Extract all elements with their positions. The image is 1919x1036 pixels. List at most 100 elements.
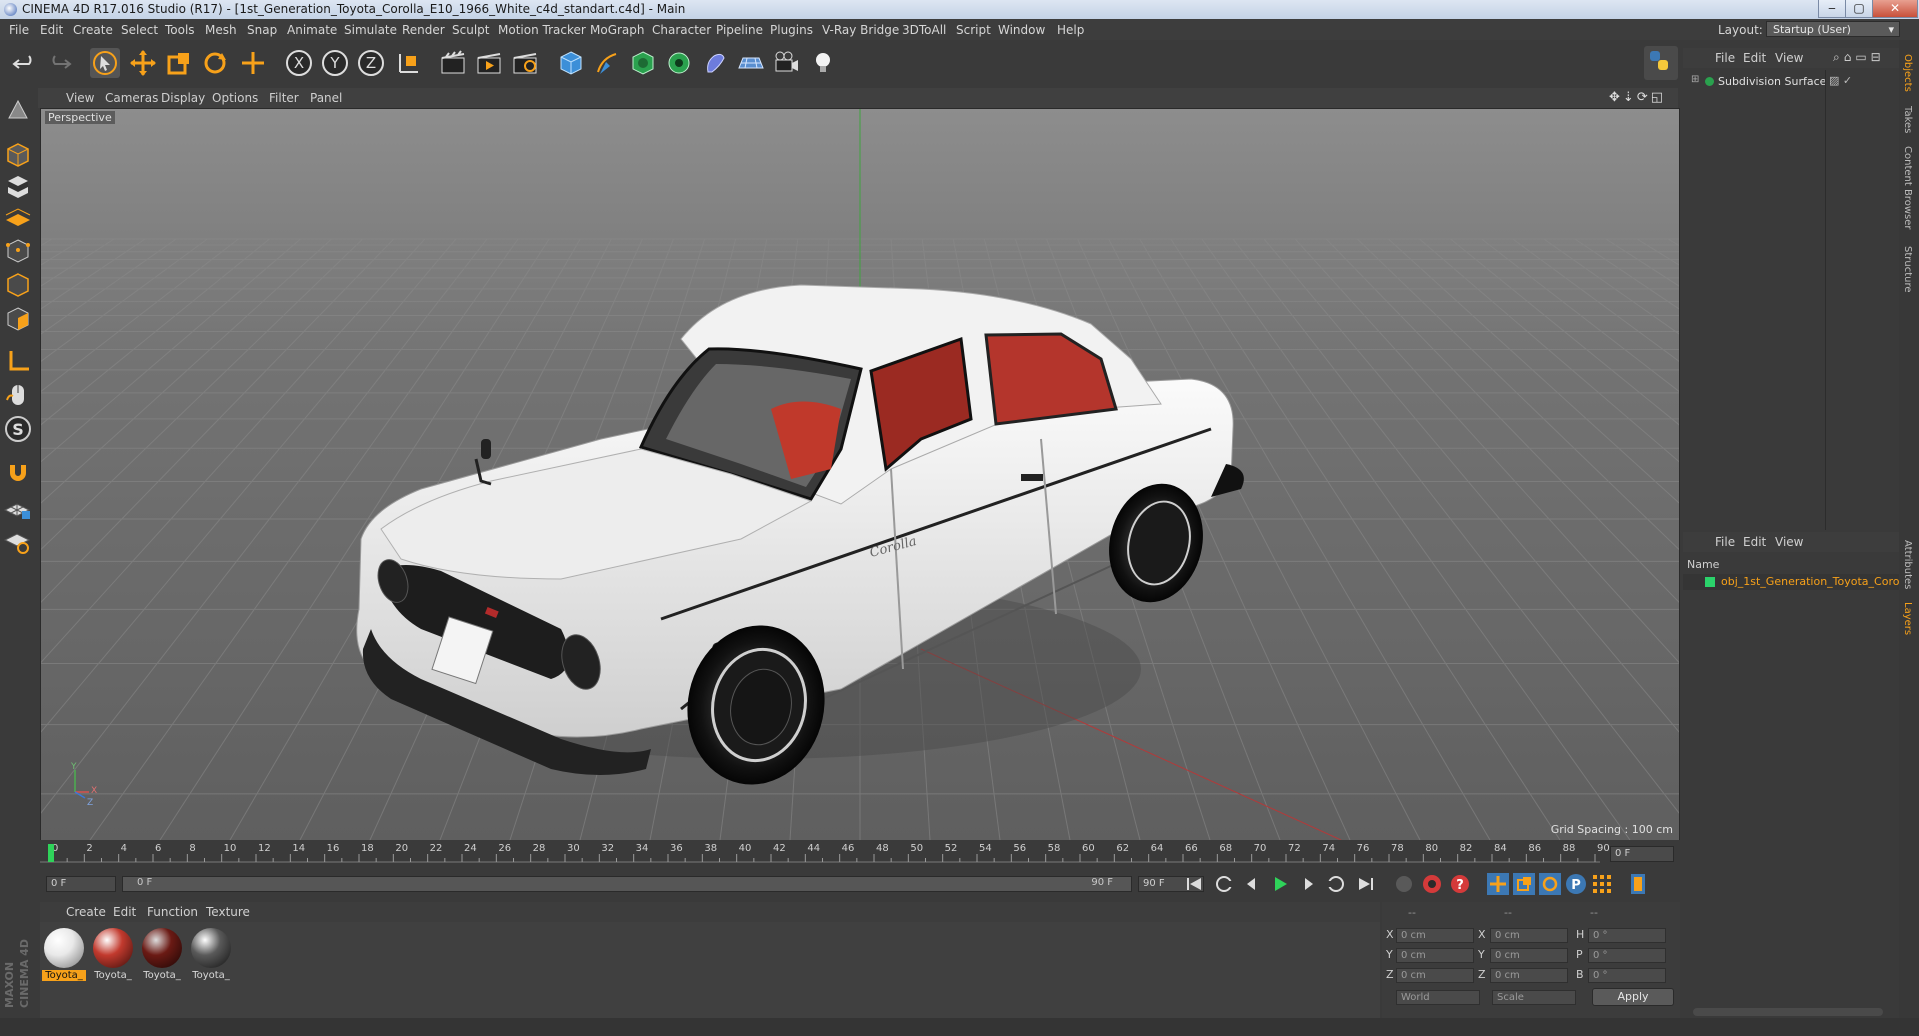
layer-horizontal-scrollbar[interactable] [1693,1008,1883,1016]
visibility-toggle[interactable]: ▨ ✓ [1829,74,1852,87]
record-rotation-button[interactable] [1538,872,1562,896]
material-menu-texture[interactable]: Texture [206,905,250,919]
pen-button[interactable] [592,48,622,78]
layer-menu-view[interactable]: View [1775,535,1803,549]
frame-range-slider[interactable]: 0 F 90 F [122,876,1132,892]
material-swatch[interactable]: Toyota_ [189,928,233,986]
viewport-menu-filter[interactable]: Filter [269,91,299,105]
menu-pipeline[interactable]: Pipeline [716,23,763,37]
floor-button[interactable] [736,48,766,78]
size-y-field[interactable]: 0 cm [1490,948,1568,963]
snap-button[interactable]: S [3,414,33,444]
record-active-button[interactable] [1392,872,1416,896]
menu-simulate[interactable]: Simulate [344,23,397,37]
viewport-menu-cameras[interactable]: Cameras [105,91,158,105]
render-to-picture-viewer-button[interactable] [474,48,504,78]
layout-select[interactable]: Startup (User) ▾ [1766,21,1900,37]
viewport-nav-icons[interactable]: ✥⇣⟳◱ [1609,90,1666,105]
position-z-field[interactable]: 0 cm [1396,968,1474,983]
menu-mesh[interactable]: Mesh [205,23,237,37]
menu-sculpt[interactable]: Sculpt [452,23,489,37]
previous-frame-button[interactable] [1240,872,1264,896]
menu-character[interactable]: Character [652,23,711,37]
rotate-button[interactable] [200,48,230,78]
light-button[interactable] [808,48,838,78]
maximize-button[interactable]: ▢ [1845,0,1873,18]
polygons-mode-button[interactable] [3,304,33,334]
menu-plugins[interactable]: Plugins [770,23,813,37]
menu-snap[interactable]: Snap [247,23,277,37]
x-axis-button[interactable]: X [284,48,314,78]
menu-edit[interactable]: Edit [40,23,63,37]
menu-animate[interactable]: Animate [287,23,337,37]
menu-motion-tracker[interactable]: Motion Tracker [498,23,586,37]
z-axis-button[interactable]: Z [356,48,386,78]
points-mode-button[interactable] [3,236,33,266]
object-manager-tool-icons[interactable]: ⌕⌂▭⊟ [1833,50,1885,65]
move-button[interactable] [128,48,158,78]
python-button[interactable] [1644,46,1678,80]
perspective-viewport[interactable]: Corolla Perspective Y X Z Grid Spacing :… [40,108,1680,841]
planar-workplane-button[interactable] [3,526,33,556]
magnet-button[interactable] [3,456,33,486]
live-selection-button[interactable] [90,48,120,78]
go-to-end-button[interactable] [1354,872,1378,896]
texture-mode-button[interactable] [3,172,33,202]
timeline-ruler[interactable]: 0 2 4 6 8 10 12 14 16 18 20 22 24 26 28 30 32 34 36 38 40 42 4… [40,840,1680,868]
material-menu-function[interactable]: Function [147,905,198,919]
current-frame-field[interactable]: 0 F [1610,846,1674,862]
expand-icon[interactable]: ⊞ [1691,74,1699,85]
tweak-mode-button[interactable] [3,380,33,410]
render-view-button[interactable] [438,48,468,78]
redo-button[interactable] [44,48,74,78]
undo-button[interactable] [10,48,40,78]
y-axis-button[interactable]: Y [320,48,350,78]
menu-render[interactable]: Render [402,23,445,37]
camera-button[interactable] [772,48,802,78]
workplane-mode-button[interactable] [3,202,33,232]
menu-file[interactable]: File [9,23,29,37]
position-x-field[interactable]: 0 cm [1396,928,1474,943]
model-mode-button[interactable] [3,140,33,170]
cube-button[interactable] [556,48,586,78]
next-frame-button[interactable] [1296,872,1320,896]
object-menu-file[interactable]: File [1715,51,1735,65]
axis-mode-button[interactable] [3,346,33,376]
tab-content-browser[interactable]: Content Browser [1902,146,1913,229]
rotation-b-field[interactable]: 0 ° [1588,968,1666,983]
menu-vray-bridge[interactable]: V-Ray Bridge [822,23,899,37]
menu-select[interactable]: Select [121,23,158,37]
menu-create[interactable]: Create [73,23,113,37]
viewport-menu-view[interactable]: View [66,91,94,105]
material-menu-edit[interactable]: Edit [113,905,136,919]
size-mode-select[interactable]: Scale [1492,990,1576,1005]
keyframe-selection-button[interactable]: ? [1448,872,1472,896]
close-button[interactable]: ✕ [1872,0,1918,18]
coordinate-system-button[interactable] [394,48,424,78]
lock-workplane-button[interactable] [3,492,33,522]
menu-script[interactable]: Script [956,23,991,37]
minimize-button[interactable]: ‒ [1818,0,1846,18]
layer-menu-edit[interactable]: Edit [1743,535,1766,549]
previous-key-button[interactable] [1212,872,1236,896]
layer-row[interactable]: obj_1st_Generation_Toyota_Corol [1683,574,1903,590]
autokey-button[interactable] [1420,872,1444,896]
deformer-button[interactable] [700,48,730,78]
object-row-subdivision-surface[interactable]: ⊞ Subdivision Surface ▨ ✓ [1683,74,1899,90]
timeline-scheme-button[interactable] [1626,872,1650,896]
viewport-menu-display[interactable]: Display [161,91,205,105]
size-x-field[interactable]: 0 cm [1490,928,1568,943]
make-editable-button[interactable] [3,96,33,126]
record-scale-button[interactable] [1512,872,1536,896]
tab-takes[interactable]: Takes [1902,106,1913,133]
record-pla-button[interactable] [1590,872,1614,896]
record-position-button[interactable] [1486,872,1510,896]
rotation-h-field[interactable]: 0 ° [1588,928,1666,943]
menu-help[interactable]: Help [1057,23,1084,37]
timeline-playhead[interactable] [48,844,54,862]
rotation-p-field[interactable]: 0 ° [1588,948,1666,963]
object-menu-view[interactable]: View [1775,51,1803,65]
coordinate-mode-select[interactable]: World [1396,990,1480,1005]
record-parameter-button[interactable]: P [1564,872,1588,896]
render-settings-button[interactable] [510,48,540,78]
